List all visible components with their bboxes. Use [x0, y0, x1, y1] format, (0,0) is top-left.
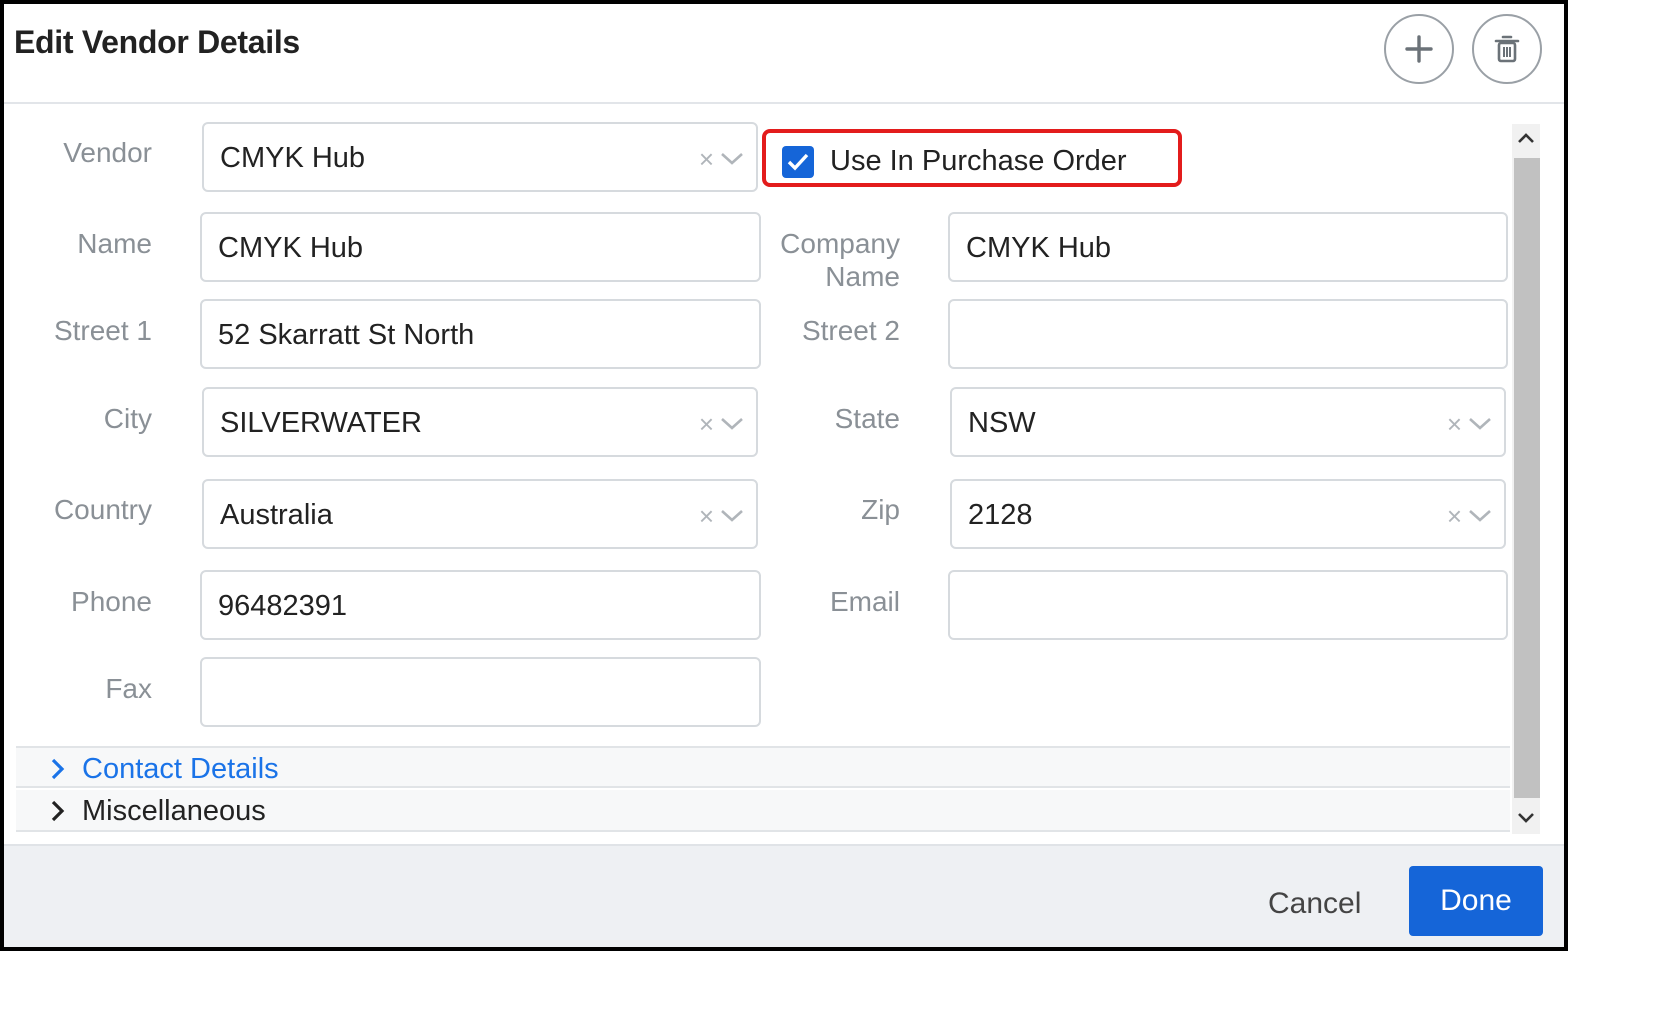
cancel-button[interactable]: Cancel — [1268, 886, 1361, 922]
dialog-title: Edit Vendor Details — [14, 24, 300, 60]
fax-label: Fax — [105, 673, 152, 704]
chevron-down-icon[interactable] — [1468, 509, 1492, 523]
zip-select[interactable]: 2128 × — [950, 479, 1506, 549]
section-label: Miscellaneous — [82, 795, 266, 827]
email-field[interactable] — [948, 570, 1508, 640]
scroll-up-icon[interactable] — [1516, 128, 1536, 148]
chevron-down-icon[interactable] — [720, 152, 744, 166]
plus-icon — [1405, 35, 1433, 63]
fax-field[interactable] — [200, 657, 761, 727]
scrollbar-thumb[interactable] — [1514, 158, 1540, 798]
add-button[interactable] — [1384, 14, 1454, 84]
state-select[interactable]: NSW × — [950, 387, 1506, 457]
dialog-header: Edit Vendor Details — [4, 4, 1564, 104]
use-in-po-label[interactable]: Use In Purchase Order — [830, 143, 1127, 179]
trash-icon — [1494, 35, 1520, 63]
form-area: Vendor CMYK Hub × Use In Purchase Order … — [4, 104, 1564, 844]
company-name-value: CMYK Hub — [966, 232, 1112, 264]
company-name-label-line2: Name — [825, 261, 900, 292]
clear-icon[interactable]: × — [699, 144, 714, 174]
section-contact-details[interactable]: Contact Details — [16, 746, 1510, 788]
edit-vendor-dialog: Edit Vendor Details Vendor CMYK Hub × Us… — [0, 0, 1568, 951]
vendor-label: Vendor — [63, 137, 152, 168]
zip-value: 2128 — [968, 499, 1033, 531]
scrollbar[interactable] — [1512, 124, 1540, 834]
use-in-po-checkbox[interactable] — [782, 146, 814, 178]
clear-icon[interactable]: × — [1447, 409, 1462, 439]
vendor-select[interactable]: CMYK Hub × — [202, 122, 758, 192]
state-value: NSW — [968, 407, 1036, 439]
street2-label: Street 2 — [801, 315, 900, 346]
chevron-right-icon — [51, 758, 65, 780]
section-label: Contact Details — [82, 753, 279, 785]
email-label: Email — [829, 586, 900, 617]
scroll-down-icon[interactable] — [1516, 808, 1536, 828]
check-icon — [787, 153, 809, 171]
vendor-value: CMYK Hub — [220, 142, 366, 174]
company-name-label-line1: Company — [780, 228, 900, 259]
clear-icon[interactable]: × — [1447, 501, 1462, 531]
state-label: State — [834, 403, 900, 434]
street2-field[interactable] — [948, 299, 1508, 369]
zip-label: Zip — [861, 494, 900, 525]
section-miscellaneous[interactable]: Miscellaneous — [16, 790, 1510, 832]
dialog-footer: Cancel Done — [4, 844, 1564, 947]
done-button[interactable]: Done — [1409, 866, 1543, 936]
delete-button[interactable] — [1472, 14, 1542, 84]
chevron-right-icon — [51, 800, 65, 822]
company-name-field[interactable]: CMYK Hub — [948, 212, 1508, 282]
chevron-down-icon[interactable] — [1468, 417, 1492, 431]
